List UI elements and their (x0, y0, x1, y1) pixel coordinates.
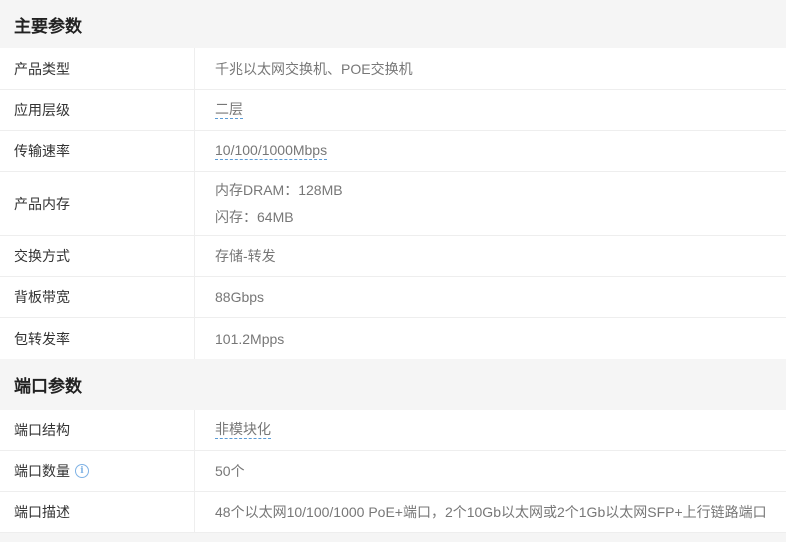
spec-label: 传输速率 (0, 131, 195, 171)
spec-label: 交换方式 (0, 236, 195, 276)
spec-value: 10/100/1000Mbps (195, 131, 786, 171)
spec-value: 48个以太网10/100/1000 PoE+端口，2个10Gb以太网或2个1Gb… (215, 504, 767, 520)
spec-value: 88Gbps (215, 289, 265, 305)
spec-value: 千兆以太网交换机、POE交换机 (215, 60, 413, 77)
spec-row-app-layer: 应用层级 二层 (0, 90, 786, 131)
spec-row-backplane: 背板带宽 88Gbps (0, 277, 786, 318)
spec-row-transfer-rate: 传输速率 10/100/1000Mbps (0, 131, 786, 172)
spec-label: 端口结构 (0, 410, 195, 450)
section-title-main-params: 主要参数 (0, 0, 786, 48)
spec-row-forwarding-rate: 包转发率 101.2Mpps (0, 318, 786, 359)
spec-value: 非模块化 (195, 410, 786, 450)
spec-value: 101.2Mpps (215, 330, 285, 347)
spec-value-link-rate[interactable]: 10/100/1000Mbps (215, 142, 328, 160)
spec-value-memory-dram: 内存DRAM：128MB (215, 182, 343, 198)
spec-row-product-type: 产品类型 千兆以太网交换机、POE交换机 (0, 48, 786, 90)
spec-row-port-description: 端口描述 48个以太网10/100/1000 PoE+端口，2个10Gb以太网或… (0, 492, 786, 533)
spec-label: 包转发率 (0, 318, 195, 359)
spec-label: 产品类型 (0, 48, 195, 89)
spec-label: 应用层级 (0, 90, 195, 130)
spec-row-memory: 产品内存 内存DRAM：128MB 闪存：64MB (0, 172, 786, 236)
spec-table: 主要参数 产品类型 千兆以太网交换机、POE交换机 应用层级 二层 传输速率 1… (0, 0, 786, 542)
spec-label: 端口描述 (0, 492, 195, 532)
spec-value: 存储-转发 (215, 248, 276, 264)
spec-value-link-structure[interactable]: 非模块化 (215, 421, 271, 439)
spec-label: 产品内存 (0, 172, 195, 235)
spec-value: 二层 (195, 90, 786, 130)
spec-value: 内存DRAM：128MB 闪存：64MB (195, 172, 786, 235)
spec-label: 端口数量 i (0, 451, 195, 491)
spec-row-switch-mode: 交换方式 存储-转发 (0, 236, 786, 277)
spec-row-port-structure: 端口结构 非模块化 (0, 410, 786, 451)
spec-value-memory-flash: 闪存：64MB (215, 209, 294, 225)
info-icon[interactable]: i (75, 464, 89, 478)
spec-row-port-count: 端口数量 i 50个 (0, 451, 786, 492)
spec-value-link-layer[interactable]: 二层 (215, 101, 243, 119)
spec-label: 背板带宽 (0, 277, 195, 317)
section-title-port-params: 端口参数 (0, 359, 786, 410)
spec-value: 50个 (215, 463, 245, 479)
